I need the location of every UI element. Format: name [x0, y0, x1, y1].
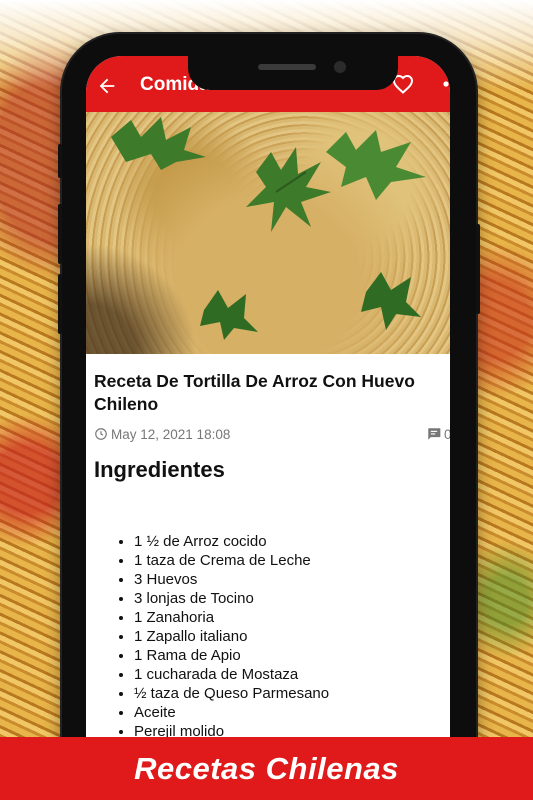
phone-side-button: [58, 144, 62, 178]
recipe-content: Receta De Tortilla De Arroz Con Huevo Ch…: [86, 354, 450, 794]
cilantro-garnish-icon: [326, 130, 426, 200]
ingredient-item: 3 Huevos: [134, 570, 329, 589]
ingredient-item: 1 Zanahoria: [134, 608, 329, 627]
promo-banner: Recetas Chilenas: [0, 737, 533, 800]
phone-side-button: [58, 204, 62, 264]
cilantro-garnish-icon: [361, 272, 421, 330]
ingredient-item: 1 taza de Crema de Leche: [134, 551, 329, 570]
speaker-grille: [258, 64, 316, 70]
phone-side-button: [58, 274, 62, 334]
ingredient-item: 1 Zapallo italiano: [134, 627, 329, 646]
cilantro-garnish-icon: [111, 117, 206, 170]
ingredients-heading: Ingredientes: [94, 457, 225, 482]
recipe-meta: May 12, 2021 18:08 0: [94, 426, 450, 444]
comment-icon[interactable]: [426, 427, 442, 441]
more-icon[interactable]: [441, 80, 450, 88]
phone-frame: Comidas Receta De Tortilla De Arroz Con …: [58, 34, 480, 794]
ingredient-item: 1 Rama de Apio: [134, 646, 329, 665]
publish-date: May 12, 2021 18:08: [111, 427, 231, 442]
comment-count: 0: [444, 427, 450, 442]
phone-screen: Comidas Receta De Tortilla De Arroz Con …: [86, 56, 450, 794]
recipe-title: Receta De Tortilla De Arroz Con Huevo Ch…: [94, 371, 415, 414]
ingredient-item: 1 ½ de Arroz cocido: [134, 532, 329, 551]
ingredient-item: 1 cucharada de Mostaza: [134, 665, 329, 684]
arrow-left-icon[interactable]: [96, 75, 118, 97]
ingredient-item: 3 lonjas de Tocino: [134, 589, 329, 608]
ingredient-item: Aceite: [134, 703, 329, 722]
phone-notch: [188, 56, 398, 90]
banner-text: Recetas Chilenas: [134, 751, 399, 786]
ingredients-list: 1 ½ de Arroz cocido 1 taza de Crema de L…: [116, 532, 329, 741]
front-camera: [334, 61, 346, 73]
ingredient-item: ½ taza de Queso Parmesano: [134, 684, 329, 703]
recipe-hero-image: [86, 112, 450, 354]
phone-power-button: [476, 224, 480, 314]
cilantro-garnish-icon: [200, 290, 258, 340]
hero-shadow: [86, 234, 206, 354]
clock-icon: [95, 428, 107, 440]
